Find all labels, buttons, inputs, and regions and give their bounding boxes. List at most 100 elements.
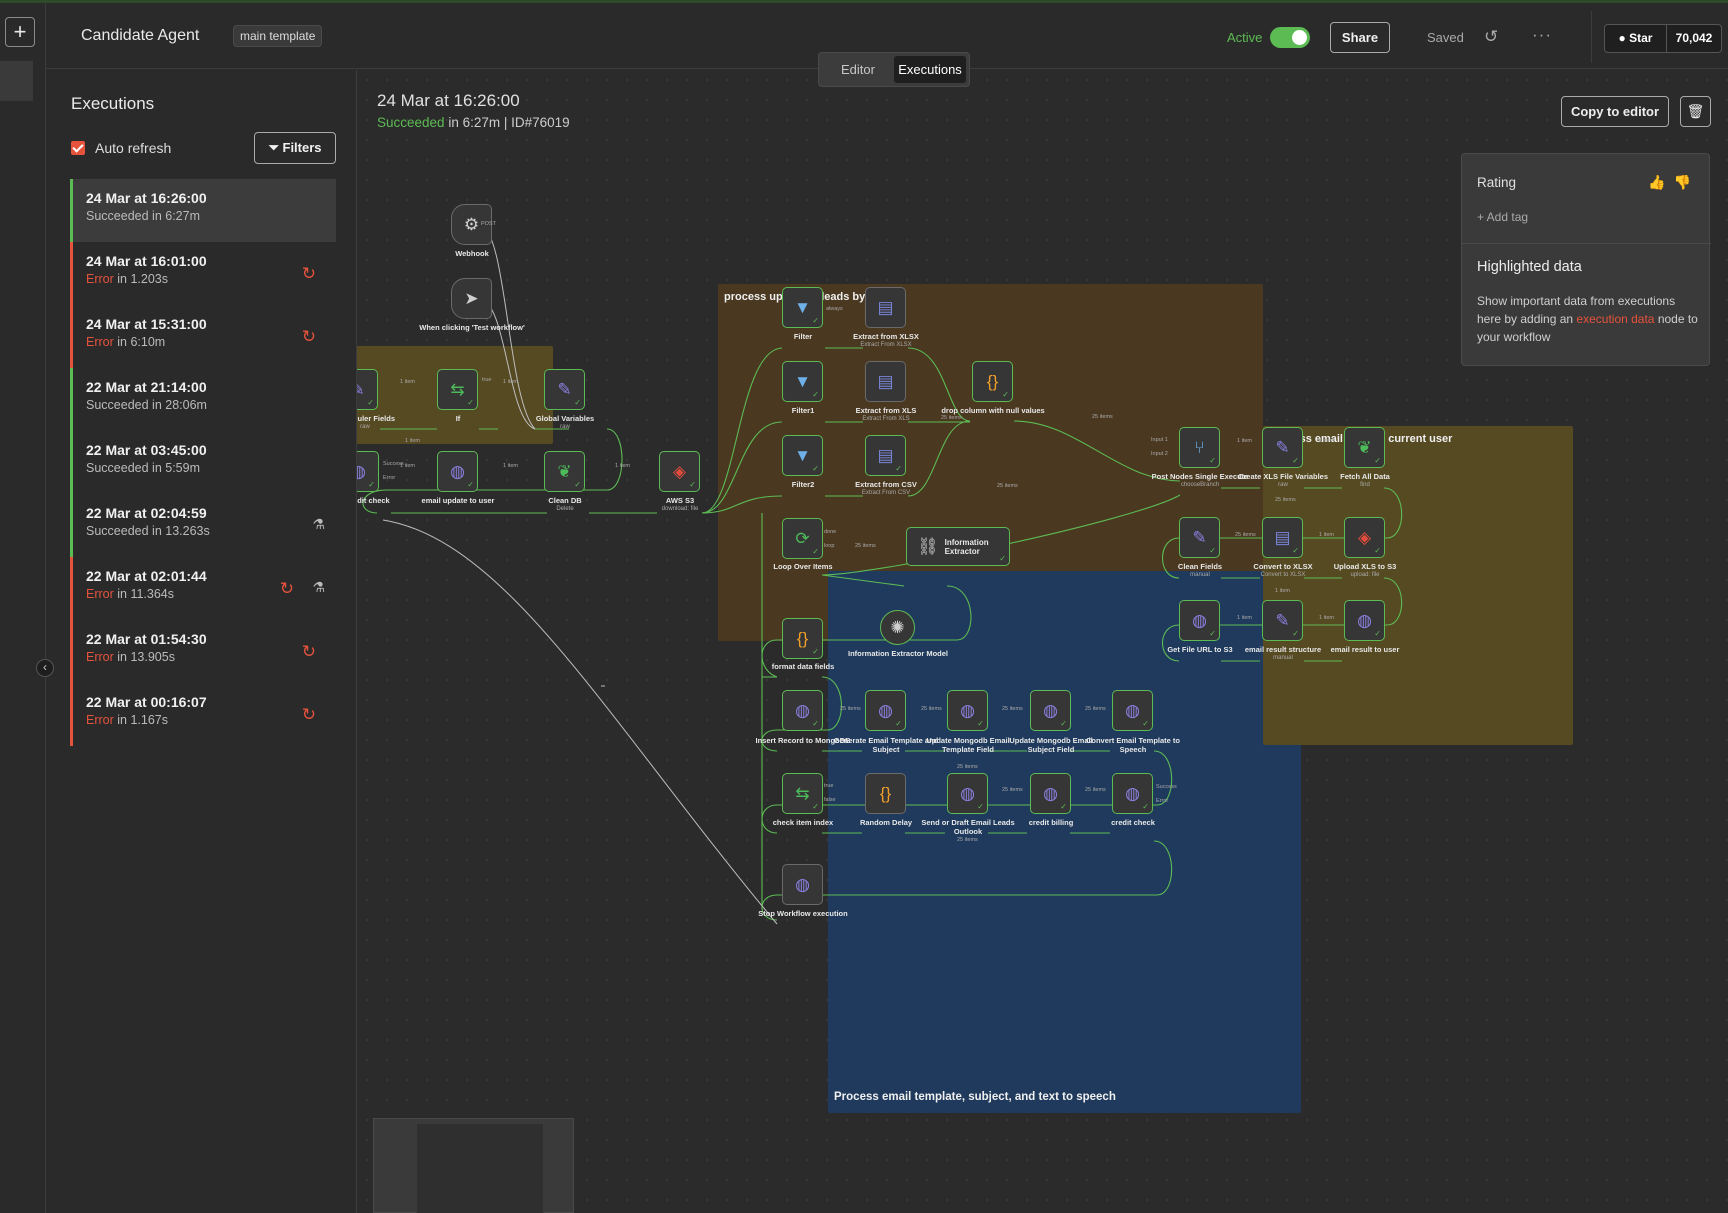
github-star-count[interactable]: 70,042 bbox=[1667, 25, 1721, 52]
manual-trigger-node[interactable]: ➤ bbox=[451, 278, 492, 319]
filter2-node[interactable]: ▼ ✓ bbox=[782, 435, 823, 476]
global-variables-node[interactable]: ✎ ✓ bbox=[544, 369, 585, 410]
execution-time: 24 Mar at 16:26:00 bbox=[86, 190, 207, 206]
mongodb-icon: ❦ bbox=[1357, 437, 1372, 457]
execution-status-line: Succeeded in 6:27m bbox=[86, 209, 336, 223]
retry-icon[interactable]: ↻ bbox=[302, 705, 316, 725]
edge-label: 1 item bbox=[1275, 588, 1290, 594]
update-mongodb-subject-node[interactable]: ◍ ✓ bbox=[1030, 690, 1071, 731]
check-item-index-node[interactable]: ⇆ ✓ bbox=[782, 773, 823, 814]
convert-to-xlsx-title: Convert to XLSX bbox=[1253, 562, 1313, 571]
initial-credit-check-node[interactable]: ◍ ✓ bbox=[357, 451, 379, 492]
cursor-icon: ➤ bbox=[464, 288, 479, 308]
workflow-name[interactable]: Candidate Agent bbox=[81, 27, 199, 45]
execution-time: 24 Mar at 15:31:00 bbox=[86, 316, 207, 332]
execution-time: 24 Mar at 16:01:00 bbox=[86, 253, 207, 269]
get-file-url-node[interactable]: ◍ ✓ bbox=[1179, 600, 1220, 641]
format-data-fields-node[interactable]: {} ✓ bbox=[782, 618, 823, 659]
success-check-icon: ✓ bbox=[1142, 802, 1149, 811]
email-result-structure-node[interactable]: ✎ ✓ bbox=[1262, 600, 1303, 641]
extract-csv-title: Extract from CSV bbox=[855, 480, 917, 489]
update-mongodb-template-node[interactable]: ◍ ✓ bbox=[947, 690, 988, 731]
generate-email-template-node[interactable]: ◍ ✓ bbox=[865, 690, 906, 731]
globe-icon: ◍ bbox=[1125, 783, 1140, 803]
workflow-canvas[interactable]: 24 Mar at 16:26:00 Succeeded in 6:27m | … bbox=[357, 70, 1728, 1213]
clean-db-node[interactable]: ❦ ✓ bbox=[544, 451, 585, 492]
success-check-icon: ✓ bbox=[812, 464, 819, 473]
filter1-node[interactable]: ▼ ✓ bbox=[782, 361, 823, 402]
clean-fields-title: Clean Fields bbox=[1177, 562, 1223, 571]
convert-email-template-node[interactable]: ◍ ✓ bbox=[1112, 690, 1153, 731]
execution-time: 22 Mar at 21:14:00 bbox=[86, 379, 207, 395]
retry-icon[interactable]: ↻ bbox=[302, 642, 316, 662]
execution-duration: in 6:27m bbox=[148, 209, 200, 223]
credit-billing-node[interactable]: ◍ ✓ bbox=[1030, 773, 1071, 814]
aws-s3-icon: ◈ bbox=[672, 461, 687, 481]
credit-check-node[interactable]: ◍ ✓ bbox=[1112, 773, 1153, 814]
post-nodes-node[interactable]: ⑂ ✓ bbox=[1179, 427, 1220, 468]
upload-xls-s3-title: Upload XLS to S3 bbox=[1333, 562, 1397, 571]
if-node[interactable]: ⇆ ✓ bbox=[437, 369, 478, 410]
merge-icon: ⑂ bbox=[1194, 437, 1205, 457]
collapse-sidebar-icon[interactable]: ‹ bbox=[36, 659, 54, 677]
if-label: If bbox=[455, 414, 461, 423]
retry-icon[interactable]: ↻ bbox=[280, 579, 294, 599]
upload-xls-s3-node[interactable]: ◈ ✓ bbox=[1344, 517, 1385, 558]
execution-item[interactable]: 22 Mar at 01:54:30 Error in 13.905s ↻ bbox=[70, 620, 336, 683]
webhook-icon: ⚙ bbox=[463, 214, 480, 234]
scheduler-fields-node[interactable]: ✎ ✓ bbox=[357, 369, 378, 410]
auto-refresh-checkbox[interactable] bbox=[71, 141, 85, 155]
convert-to-xlsx-node[interactable]: ▤ ✓ bbox=[1262, 517, 1303, 558]
retry-icon[interactable]: ↻ bbox=[302, 264, 316, 284]
active-toggle[interactable] bbox=[1270, 27, 1310, 48]
manual-trigger-label: When clicking 'Test workflow' bbox=[419, 323, 525, 332]
execution-status-line: Error in 6:10m bbox=[86, 335, 336, 349]
send-or-draft-node[interactable]: ◍ ✓ bbox=[947, 773, 988, 814]
scheduler-fields-title: Scheduler Fields bbox=[357, 414, 396, 423]
add-workflow-button[interactable]: + bbox=[5, 17, 35, 47]
header-divider bbox=[1591, 11, 1592, 63]
random-delay-node[interactable]: {} bbox=[865, 773, 906, 814]
execution-item[interactable]: 24 Mar at 16:26:00 Succeeded in 6:27m bbox=[70, 179, 336, 242]
execution-item[interactable]: 22 Mar at 02:04:59 Succeeded in 13.263s ⚗ bbox=[70, 494, 336, 557]
tab-executions[interactable]: Executions bbox=[894, 56, 966, 83]
information-extractor-node[interactable]: ⛓ Information Extractor ✓ bbox=[906, 527, 1010, 566]
filter-icon: ⏷ bbox=[268, 140, 279, 155]
email-result-to-user-node[interactable]: ◍ ✓ bbox=[1344, 600, 1385, 641]
drop-column-node[interactable]: {} ✓ bbox=[972, 361, 1013, 402]
execution-status: Succeeded bbox=[86, 461, 149, 475]
clean-fields-node[interactable]: ✎ ✓ bbox=[1179, 517, 1220, 558]
extract-xlsx-node[interactable]: ▤ bbox=[865, 287, 906, 328]
retry-icon[interactable]: ↻ bbox=[302, 327, 316, 347]
history-icon[interactable]: ↺ bbox=[1484, 27, 1498, 47]
extract-csv-node[interactable]: ▤ ✓ bbox=[865, 435, 906, 476]
insert-record-node[interactable]: ◍ ✓ bbox=[782, 690, 823, 731]
stop-workflow-node[interactable]: ◍ bbox=[782, 864, 823, 905]
github-star-button[interactable]: ● Star bbox=[1605, 25, 1667, 52]
more-options-icon[interactable]: ··· bbox=[1532, 25, 1552, 45]
workflow-tag[interactable]: main template bbox=[233, 25, 323, 47]
edge-label: 1 item bbox=[1237, 615, 1252, 621]
auto-refresh-control[interactable]: Auto refresh bbox=[71, 140, 171, 156]
create-xls-vars-node[interactable]: ✎ ✓ bbox=[1262, 427, 1303, 468]
github-star-widget[interactable]: ● Star 70,042 bbox=[1604, 24, 1722, 53]
execution-item[interactable]: 22 Mar at 00:16:07 Error in 1.167s ↻ bbox=[70, 683, 336, 746]
tab-editor[interactable]: Editor bbox=[822, 56, 894, 83]
execution-item[interactable]: 22 Mar at 02:01:44 Error in 11.364s ↻ ⚗ bbox=[70, 557, 336, 620]
filter-node[interactable]: ▼ ✓ bbox=[782, 287, 823, 328]
execution-item[interactable]: 22 Mar at 21:14:00 Succeeded in 28:06m bbox=[70, 368, 336, 431]
execution-item[interactable]: 24 Mar at 15:31:00 Error in 6:10m ↻ bbox=[70, 305, 336, 368]
extract-xls-node[interactable]: ▤ bbox=[865, 361, 906, 402]
execution-item[interactable]: 22 Mar at 03:45:00 Succeeded in 5:59m bbox=[70, 431, 336, 494]
aws-s3-node[interactable]: ◈ ✓ bbox=[659, 451, 700, 492]
aws-s3-label: AWS S3 download: file bbox=[625, 496, 735, 514]
filters-button[interactable]: ⏷ Filters bbox=[254, 132, 336, 164]
loop-over-items-node[interactable]: ⟳ ✓ bbox=[782, 518, 823, 559]
execution-item[interactable]: 24 Mar at 16:01:00 Error in 1.203s ↻ bbox=[70, 242, 336, 305]
edge-label: 25 items bbox=[1085, 787, 1106, 793]
share-button[interactable]: Share bbox=[1330, 22, 1390, 53]
information-extractor-model-node[interactable]: ✺ bbox=[880, 610, 915, 645]
email-update-node[interactable]: ◍ ✓ bbox=[437, 451, 478, 492]
rail-selected-item[interactable] bbox=[0, 61, 33, 101]
fetch-all-data-node[interactable]: ❦ ✓ bbox=[1344, 427, 1385, 468]
